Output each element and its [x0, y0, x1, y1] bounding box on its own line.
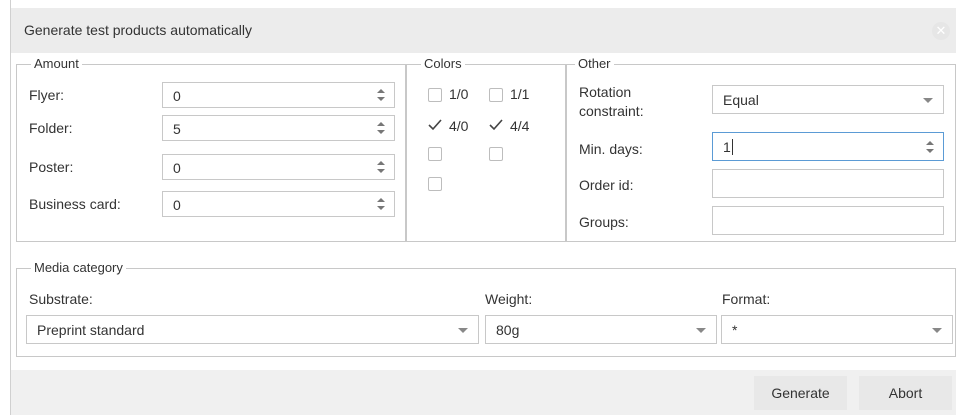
weight-value: 80g — [496, 322, 520, 338]
flyer-label: Flyer: — [29, 87, 64, 103]
format-value: * — [732, 322, 738, 338]
groups-label: Groups: — [579, 214, 629, 230]
media-category-legend: Media category — [31, 260, 126, 276]
color-4-4-checkbox[interactable] — [488, 117, 503, 131]
color-1-1-label: 1/1 — [510, 86, 530, 102]
substrate-select[interactable]: Preprint standard — [26, 315, 479, 344]
spinner-arrows-icon[interactable] — [377, 160, 385, 174]
chevron-down-icon — [458, 328, 468, 333]
rotation-constraint-value: Equal — [723, 92, 759, 108]
dialog: Generate test products automatically ✕ A… — [10, 0, 956, 415]
order-id-input[interactable] — [712, 169, 944, 198]
business-card-stepper[interactable]: 0 — [162, 191, 395, 217]
min-days-stepper[interactable]: 1 — [712, 132, 944, 161]
colors-legend: Colors — [421, 56, 465, 72]
format-label: Format: — [722, 291, 771, 307]
color-4-0-label: 4/0 — [449, 118, 469, 134]
groups-input[interactable] — [712, 206, 944, 235]
color-1-0-checkbox[interactable] — [428, 88, 442, 102]
order-id-label: Order id: — [579, 177, 634, 193]
weight-label: Weight: — [485, 291, 533, 307]
color-option-7-checkbox[interactable] — [428, 177, 442, 191]
folder-label: Folder: — [29, 120, 73, 136]
folder-stepper[interactable]: 5 — [162, 115, 395, 141]
format-select[interactable]: * — [721, 315, 953, 344]
rotation-constraint-select[interactable]: Equal — [712, 85, 944, 114]
chevron-down-icon — [696, 328, 706, 333]
color-4-0-checkbox[interactable] — [427, 117, 442, 131]
color-option-6-checkbox[interactable] — [489, 147, 503, 161]
amount-legend: Amount — [31, 56, 82, 72]
business-card-value: 0 — [173, 197, 181, 213]
spinner-arrows-icon[interactable] — [926, 140, 934, 154]
min-days-value: 1 — [723, 139, 731, 155]
color-option-5-checkbox[interactable] — [428, 147, 442, 161]
weight-select[interactable]: 80g — [485, 315, 717, 344]
poster-label: Poster: — [29, 159, 74, 175]
color-1-0-label: 1/0 — [449, 86, 469, 102]
min-days-label: Min. days: — [579, 141, 643, 157]
spinner-arrows-icon[interactable] — [377, 121, 385, 135]
close-icon[interactable]: ✕ — [932, 22, 950, 40]
substrate-label: Substrate: — [29, 291, 93, 307]
folder-value: 5 — [173, 121, 181, 137]
rotation-constraint-label: Rotation constraint: — [579, 84, 644, 119]
generate-button[interactable]: Generate — [754, 376, 847, 410]
other-legend: Other — [575, 56, 614, 72]
spinner-arrows-icon[interactable] — [377, 197, 385, 211]
checkmark-icon — [489, 119, 503, 131]
spinner-arrows-icon[interactable] — [377, 88, 385, 102]
dialog-titlebar: Generate test products automatically ✕ — [11, 8, 956, 53]
substrate-value: Preprint standard — [37, 322, 145, 338]
flyer-value: 0 — [173, 88, 181, 104]
color-4-4-label: 4/4 — [510, 118, 530, 134]
flyer-stepper[interactable]: 0 — [162, 82, 395, 108]
chevron-down-icon — [923, 98, 933, 103]
checkmark-icon — [428, 119, 442, 131]
color-1-1-checkbox[interactable] — [489, 88, 503, 102]
poster-value: 0 — [173, 160, 181, 176]
chevron-down-icon — [932, 328, 942, 333]
dialog-title: Generate test products automatically — [24, 22, 253, 38]
poster-stepper[interactable]: 0 — [162, 154, 395, 180]
abort-button[interactable]: Abort — [859, 376, 952, 410]
text-caret — [731, 139, 733, 155]
min-days-value-wrap: 1 — [723, 139, 733, 155]
business-card-label: Business card: — [29, 196, 121, 212]
